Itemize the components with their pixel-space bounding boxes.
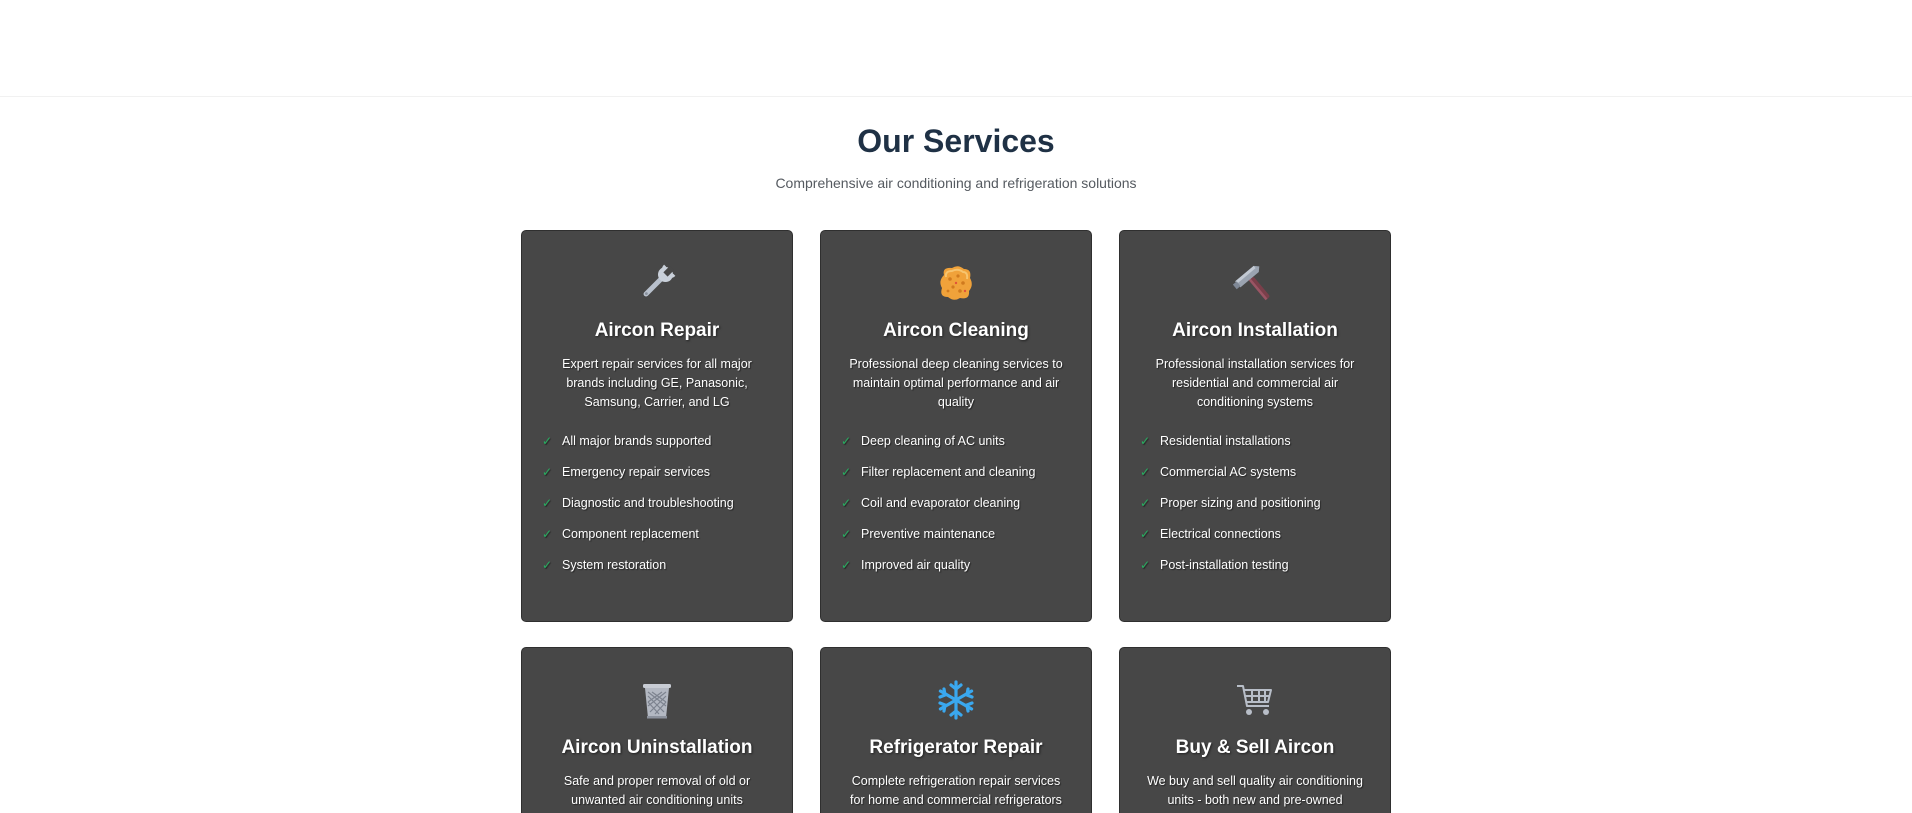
feature-item: ✓ Residential installations [1140, 426, 1390, 457]
feature-item: ✓ All major brands supported [542, 426, 792, 457]
feature-item: ✓ Commercial AC systems [1140, 457, 1390, 488]
card-title: Buy & Sell Aircon [1175, 737, 1335, 758]
feature-item: ✓ Coil and evaporator cleaning [841, 488, 1091, 519]
feature-list: ✓ Residential installations ✓ Commercial A… [1120, 426, 1390, 581]
check-icon: ✓ [841, 496, 852, 510]
card-title: Aircon Cleaning [883, 320, 1029, 341]
wrench-icon [635, 261, 679, 305]
wastebasket-icon [635, 678, 679, 722]
feature-item: ✓ Emergency repair services [542, 457, 792, 488]
feature-item: ✓ Electrical connections [1140, 519, 1390, 550]
feature-item: ✓ Post-installation testing [1140, 550, 1390, 581]
check-icon: ✓ [1140, 527, 1151, 541]
card-description: Professional installation services for r… [1155, 357, 1355, 409]
check-icon: ✓ [1140, 558, 1151, 572]
feature-item: ✓ Filter replacement and cleaning [841, 457, 1091, 488]
feature-item: ✓ Preventive maintenance [841, 519, 1091, 550]
check-icon: ✓ [1140, 465, 1151, 479]
feature-item: ✓ Proper sizing and positioning [1140, 488, 1390, 519]
check-icon: ✓ [542, 527, 553, 541]
check-icon: ✓ [542, 434, 553, 448]
feature-list: ✓ Deep cleaning of AC units ✓ Filter repla… [821, 426, 1091, 581]
card-description: Safe and proper removal of old or unwant… [563, 774, 751, 807]
feature-item: ✓ System restoration [542, 550, 792, 581]
check-icon: ✓ [841, 465, 852, 479]
service-card-buy-sell-aircon[interactable]: Buy & Sell Aircon We buy and sell qualit… [1119, 647, 1391, 813]
services-section: Our Services Comprehensive air condition… [0, 97, 1912, 813]
card-description: Expert repair services for all major bra… [562, 357, 752, 409]
card-title: Aircon Repair [594, 320, 720, 341]
service-card-aircon-repair[interactable]: Aircon Repair Expert repair services for… [521, 230, 793, 622]
services-subtitle: Comprehensive air conditioning and refri… [775, 175, 1137, 191]
card-title: Aircon Uninstallation [561, 737, 753, 758]
check-icon: ✓ [542, 465, 553, 479]
check-icon: ✓ [542, 558, 553, 572]
feature-item: ✓ Improved air quality [841, 550, 1091, 581]
sponge-icon [934, 261, 978, 305]
feature-item: ✓ Deep cleaning of AC units [841, 426, 1091, 457]
check-icon: ✓ [1140, 496, 1151, 510]
card-description: Professional deep cleaning services to m… [849, 357, 1063, 409]
check-icon: ✓ [841, 527, 852, 541]
service-card-aircon-cleaning[interactable]: Aircon Cleaning Professional deep cleani… [820, 230, 1092, 622]
top-header-bar [0, 0, 1912, 97]
card-title: Refrigerator Repair [869, 737, 1043, 758]
feature-item: ✓ Diagnostic and troubleshooting [542, 488, 792, 519]
check-icon: ✓ [542, 496, 553, 510]
service-card-aircon-installation[interactable]: Aircon Installation Professional install… [1119, 230, 1391, 622]
feature-item: ✓ Component replacement [542, 519, 792, 550]
check-icon: ✓ [841, 558, 852, 572]
service-card-refrigerator-repair[interactable]: Refrigerator Repair Complete refrigerati… [820, 647, 1092, 813]
snowflake-icon [934, 678, 978, 722]
services-title: Our Services [857, 123, 1055, 159]
hammer-icon [1233, 261, 1277, 305]
shopping-cart-icon [1233, 678, 1277, 722]
feature-list: ✓ All major brands supported ✓ Emergency r… [522, 426, 792, 581]
card-description: Complete refrigeration repair services f… [850, 774, 1062, 807]
card-title: Aircon Installation [1172, 320, 1338, 341]
check-icon: ✓ [1140, 434, 1151, 448]
service-card-aircon-uninstallation[interactable]: Aircon Uninstallation Safe and proper re… [521, 647, 793, 813]
check-icon: ✓ [841, 434, 852, 448]
card-description: We buy and sell quality air conditioning… [1147, 774, 1363, 807]
